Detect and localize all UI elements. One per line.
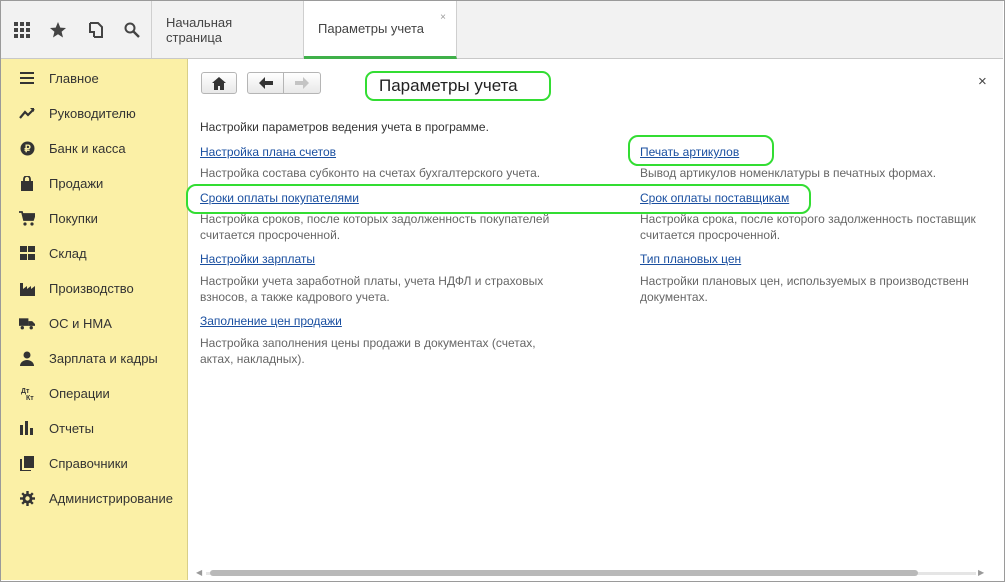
sidebar-item-administration[interactable]: Администрирование xyxy=(1,483,187,513)
books-icon xyxy=(19,455,35,471)
svg-text:Дт: Дт xyxy=(21,388,30,395)
tab-accounting-settings-label: Параметры учета xyxy=(318,21,425,36)
top-bar: Начальная страница Параметры учета × xyxy=(1,1,1003,59)
note-chart-of-accounts: Настройка состава субконто на счетах бух… xyxy=(200,165,540,181)
note-line: Настройки плановых цен, используемых в п… xyxy=(640,274,969,288)
sidebar-item-label: Склад xyxy=(49,245,87,261)
tab-home-label: Начальная страница xyxy=(166,14,233,45)
sidebar-item-label: Операции xyxy=(49,385,110,401)
truck-icon xyxy=(19,315,35,331)
scroll-thumb[interactable] xyxy=(210,570,918,576)
tab-accounting-settings[interactable]: Параметры учета × xyxy=(304,1,457,59)
note-customer-payment-terms: Настройка сроков, после которых задолжен… xyxy=(200,211,549,243)
tab-close-icon[interactable]: × xyxy=(440,12,446,23)
operations-icon: Дт Кт xyxy=(19,385,35,401)
person-icon xyxy=(19,350,35,366)
sidebar-item-manager[interactable]: Руководителю xyxy=(1,98,187,128)
sidebar-item-label: Покупки xyxy=(49,210,98,226)
note-line: считается просроченной. xyxy=(640,228,781,242)
note-line: взносов, а также кадрового учета. xyxy=(200,290,390,304)
link-print-articles[interactable]: Печать артикулов xyxy=(640,145,739,159)
svg-text:₽: ₽ xyxy=(24,144,31,155)
page-description: Настройки параметров ведения учета в про… xyxy=(200,120,489,134)
link-sales-price-fill[interactable]: Заполнение цен продажи xyxy=(200,314,342,328)
sidebar-item-reports[interactable]: Отчеты xyxy=(1,413,187,443)
trend-icon xyxy=(19,105,35,121)
arrow-left-icon xyxy=(258,77,273,89)
sidebar-item-label: Справочники xyxy=(49,455,128,471)
tab-home[interactable]: Начальная страница xyxy=(152,1,304,58)
sidebar-item-bank[interactable]: ₽ Банк и касса xyxy=(1,133,187,163)
main-panel: Параметры учета × Настройки параметров в… xyxy=(186,59,1004,580)
sidebar-item-main[interactable]: Главное xyxy=(1,63,187,93)
arrow-right-icon xyxy=(295,77,309,89)
sidebar-item-warehouse[interactable]: Склад xyxy=(1,238,187,268)
note-line: Настройка заполнения цены продажи в доку… xyxy=(200,336,536,350)
note-line: Настройка сроков, после которых задолжен… xyxy=(200,212,550,226)
note-line: актах, накладных). xyxy=(200,352,305,366)
back-button[interactable] xyxy=(247,72,284,94)
bar-chart-icon xyxy=(19,420,35,436)
note-salary-settings: Настройки учета заработной платы, учета … xyxy=(200,273,543,305)
factory-icon xyxy=(19,280,35,296)
home-button[interactable] xyxy=(201,72,237,94)
menu-lines-icon xyxy=(19,70,35,86)
note-line: считается просроченной. xyxy=(200,228,341,242)
note-planned-price-type: Настройки плановых цен, используемых в п… xyxy=(640,273,1004,305)
sidebar-item-label: Отчеты xyxy=(49,420,94,436)
sidebar-item-label: Администрирование xyxy=(49,490,173,506)
sidebar-item-label: Продажи xyxy=(49,175,104,191)
sidebar-item-label: Главное xyxy=(49,70,99,86)
sidebar-item-label: ОС и НМА xyxy=(49,315,112,331)
note-supplier-payment-term: Настройка срока, после которого задолжен… xyxy=(640,211,1004,243)
sidebar: Главное Руководителю ₽ Банк и касса Прод… xyxy=(1,59,188,580)
cart-icon xyxy=(19,210,35,226)
note-line: Настройка состава субконто на счетах бух… xyxy=(200,166,541,180)
star-icon[interactable] xyxy=(47,19,69,41)
link-salary-settings[interactable]: Настройки зарплаты xyxy=(200,252,315,266)
sidebar-item-label: Банк и касса xyxy=(49,140,126,156)
link-chart-of-accounts[interactable]: Настройка плана счетов xyxy=(200,145,336,159)
sidebar-item-fixed-assets[interactable]: ОС и НМА xyxy=(1,308,187,338)
scroll-left-icon[interactable]: ◀ xyxy=(196,568,202,577)
link-customer-payment-terms[interactable]: Сроки оплаты покупателями xyxy=(200,191,359,205)
search-icon[interactable] xyxy=(121,19,143,41)
toolbar-icons xyxy=(1,1,152,58)
note-line: документах. xyxy=(640,290,708,304)
note-line: Вывод артикулов номенклатуры в печатных … xyxy=(640,166,937,180)
shopping-bag-icon xyxy=(19,175,35,191)
note-line: Настройка срока, после которого задолжен… xyxy=(640,212,976,226)
close-icon[interactable]: × xyxy=(978,73,987,90)
svg-text:Кт: Кт xyxy=(26,395,34,401)
note-print-articles: Вывод артикулов номенклатуры в печатных … xyxy=(640,165,936,181)
sidebar-item-salary[interactable]: Зарплата и кадры xyxy=(1,343,187,373)
horizontal-scrollbar[interactable]: ◀ ▶ xyxy=(196,568,986,578)
sidebar-item-operations[interactable]: Дт Кт Операции xyxy=(1,378,187,408)
sidebar-item-production[interactable]: Производство xyxy=(1,273,187,303)
page-title: Параметры учета xyxy=(379,76,518,95)
sidebar-item-sales[interactable]: Продажи xyxy=(1,168,187,198)
gear-icon xyxy=(19,490,35,506)
ruble-coin-icon: ₽ xyxy=(19,140,35,156)
scroll-right-icon[interactable]: ▶ xyxy=(978,568,984,577)
forward-button[interactable] xyxy=(283,72,321,94)
note-sales-price-fill: Настройка заполнения цены продажи в доку… xyxy=(200,335,536,367)
link-supplier-payment-term[interactable]: Срок оплаты поставщикам xyxy=(640,191,789,205)
sidebar-item-label: Руководителю xyxy=(49,105,136,121)
note-line: Настройки учета заработной платы, учета … xyxy=(200,274,544,288)
sidebar-item-label: Зарплата и кадры xyxy=(49,350,158,366)
history-icon[interactable] xyxy=(85,19,107,41)
link-planned-price-type[interactable]: Тип плановых цен xyxy=(640,252,741,266)
sidebar-item-catalogs[interactable]: Справочники xyxy=(1,448,187,478)
warehouse-grid-icon xyxy=(19,245,35,261)
apps-grid-icon[interactable] xyxy=(11,19,33,41)
home-icon xyxy=(212,76,226,90)
sidebar-item-purchases[interactable]: Покупки xyxy=(1,203,187,233)
sidebar-item-label: Производство xyxy=(49,280,134,296)
title-highlight: Параметры учета xyxy=(365,71,551,101)
